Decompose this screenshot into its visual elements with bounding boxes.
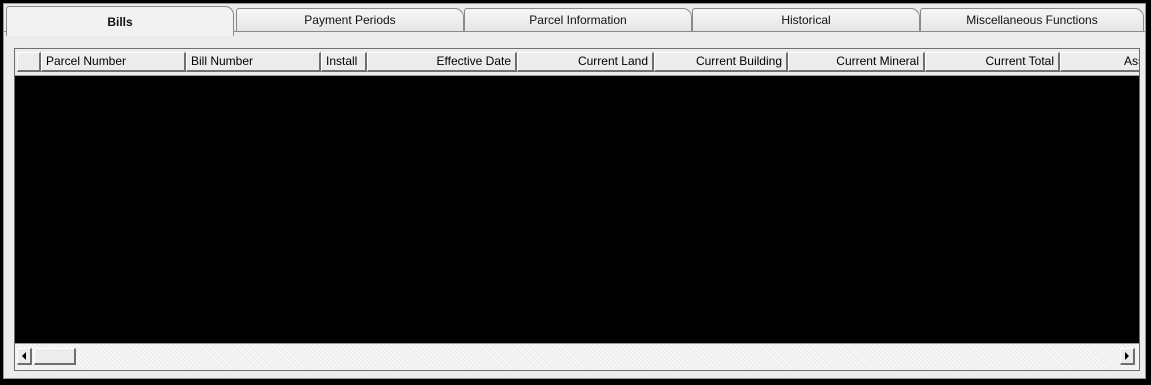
arrow-right-icon: [1125, 352, 1129, 360]
row-selector-header[interactable]: [17, 52, 41, 72]
tab-label: Payment Periods: [304, 13, 396, 27]
table-body[interactable]: [15, 76, 1139, 343]
tab-bills[interactable]: Bills: [6, 6, 234, 36]
column-header-assessed[interactable]: Ass: [1060, 52, 1139, 72]
tab-parcel-information[interactable]: Parcel Information: [464, 8, 692, 31]
horizontal-scrollbar[interactable]: [15, 343, 1139, 370]
tab-label: Bills: [107, 14, 133, 29]
column-header-install[interactable]: Install: [321, 52, 367, 72]
scroll-left-button[interactable]: [17, 348, 32, 365]
table-header: Parcel Number Bill Number Install Effect…: [15, 49, 1139, 76]
column-header-parcel-number[interactable]: Parcel Number: [41, 52, 186, 72]
tab-label: Parcel Information: [529, 13, 627, 27]
scrollbar-thumb[interactable]: [34, 348, 76, 365]
tab-label: Historical: [781, 13, 831, 27]
column-header-effective-date[interactable]: Effective Date: [367, 52, 517, 72]
column-header-current-building[interactable]: Current Building: [654, 52, 788, 72]
bills-table: Parcel Number Bill Number Install Effect…: [14, 48, 1140, 371]
column-header-bill-number[interactable]: Bill Number: [186, 52, 321, 72]
column-header-current-total[interactable]: Current Total: [925, 52, 1060, 72]
tab-payment-periods[interactable]: Payment Periods: [236, 8, 464, 31]
column-header-current-land[interactable]: Current Land: [517, 52, 654, 72]
tab-label: Miscellaneous Functions: [966, 13, 1098, 27]
column-header-current-mineral[interactable]: Current Mineral: [788, 52, 925, 72]
tab-bar: Bills Payment Periods Parcel Information…: [4, 4, 1145, 36]
arrow-left-icon: [22, 352, 26, 360]
tab-historical[interactable]: Historical: [692, 8, 920, 31]
scroll-right-button[interactable]: [1120, 348, 1135, 365]
tab-miscellaneous-functions[interactable]: Miscellaneous Functions: [920, 8, 1144, 31]
